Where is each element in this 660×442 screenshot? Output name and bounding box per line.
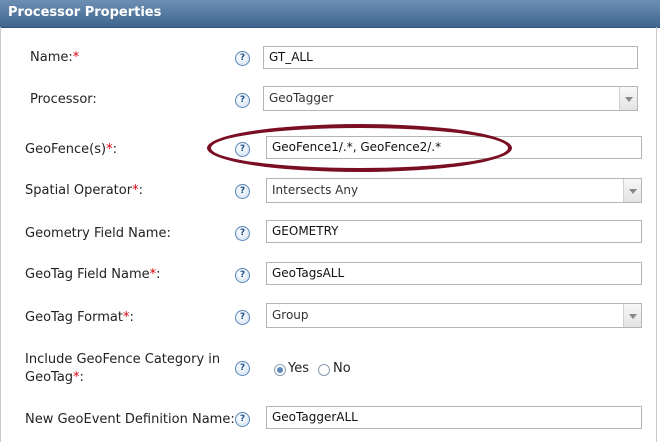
geotag-format-select-value: Group xyxy=(272,308,309,322)
required-marker: * xyxy=(72,50,80,65)
new-definition-input[interactable]: GeoTaggerALL xyxy=(266,406,642,429)
name-label: Name:* xyxy=(30,50,80,65)
help-icon-geometry-field[interactable]: ? xyxy=(235,226,250,241)
include-category-no-label[interactable]: No xyxy=(333,361,351,376)
help-icon-new-definition[interactable]: ? xyxy=(235,412,250,427)
new-definition-label: New GeoEvent Definition Name: xyxy=(25,412,235,427)
include-category-yes-label[interactable]: Yes xyxy=(288,361,309,376)
geometry-field-label: Geometry Field Name: xyxy=(25,226,171,241)
processor-select-value: GeoTagger xyxy=(269,91,334,105)
chevron-down-icon[interactable] xyxy=(619,87,637,110)
include-category-no-radio[interactable] xyxy=(318,364,330,376)
geotag-field-input[interactable]: GeoTagsALL xyxy=(266,262,642,285)
geofences-label: GeoFence(s)*: xyxy=(25,142,117,157)
help-icon-geotag-format[interactable]: ? xyxy=(235,310,250,325)
processor-label: Processor: xyxy=(30,92,97,107)
processor-select[interactable]: GeoTagger xyxy=(263,86,638,111)
help-icon-processor[interactable]: ? xyxy=(235,93,250,108)
spatial-operator-label: Spatial Operator*: xyxy=(25,183,143,198)
chevron-down-icon[interactable] xyxy=(623,304,641,327)
spatial-operator-select[interactable]: Intersects Any xyxy=(266,178,642,203)
name-input[interactable]: GT_ALL xyxy=(263,46,638,69)
help-icon-geofences[interactable]: ? xyxy=(235,142,250,157)
help-icon-include-category[interactable]: ? xyxy=(235,361,250,376)
geotag-field-label: GeoTag Field Name*: xyxy=(25,267,161,282)
help-icon-name[interactable]: ? xyxy=(235,51,250,66)
panel-title: Processor Properties xyxy=(8,5,162,20)
help-icon-geotag-field[interactable]: ? xyxy=(235,268,250,283)
spatial-operator-select-value: Intersects Any xyxy=(272,183,359,197)
include-category-label: Include GeoFence Category in GeoTag*: xyxy=(25,352,221,385)
include-category-yes-radio[interactable] xyxy=(274,364,286,376)
chevron-down-icon[interactable] xyxy=(623,179,641,202)
geotag-format-label: GeoTag Format*: xyxy=(25,310,134,325)
geometry-field-input[interactable]: GEOMETRY xyxy=(266,220,642,243)
geofences-input[interactable]: GeoFence1/.*, GeoFence2/.* xyxy=(266,136,642,159)
geotag-format-select[interactable]: Group xyxy=(266,303,642,328)
help-icon-spatial-operator[interactable]: ? xyxy=(235,184,250,199)
panel-title-bar: Processor Properties xyxy=(0,0,660,28)
